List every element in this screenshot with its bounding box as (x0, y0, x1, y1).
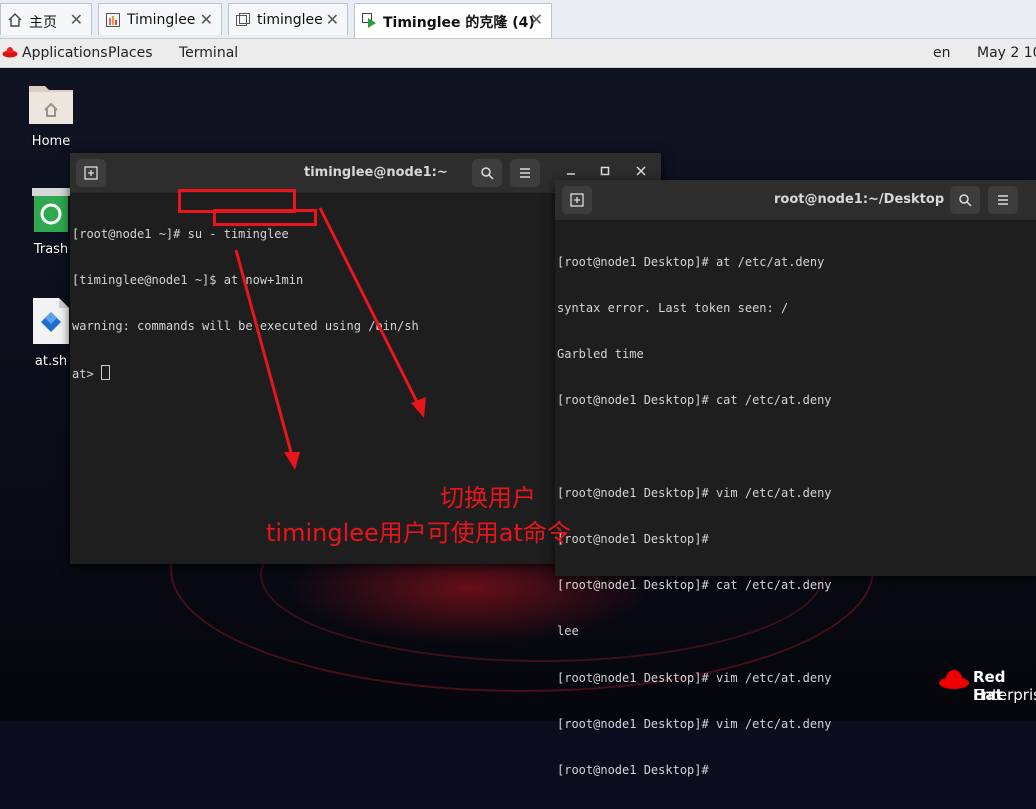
annotation-switch-user: 切换用户 (440, 484, 536, 512)
arrow-line (318, 207, 420, 405)
terminal-line: [root@node1 Desktop]# (557, 763, 709, 778)
arrow-line (234, 249, 294, 457)
arrowhead-icon (411, 397, 426, 418)
arrowhead-icon (284, 452, 300, 470)
brand-line-2: Enterpris (973, 686, 1036, 704)
redhat-hat-icon (939, 670, 969, 689)
annotation-arrows (234, 207, 426, 470)
annotation-at-permission: timinglee用户可使用at命令 (266, 519, 571, 547)
